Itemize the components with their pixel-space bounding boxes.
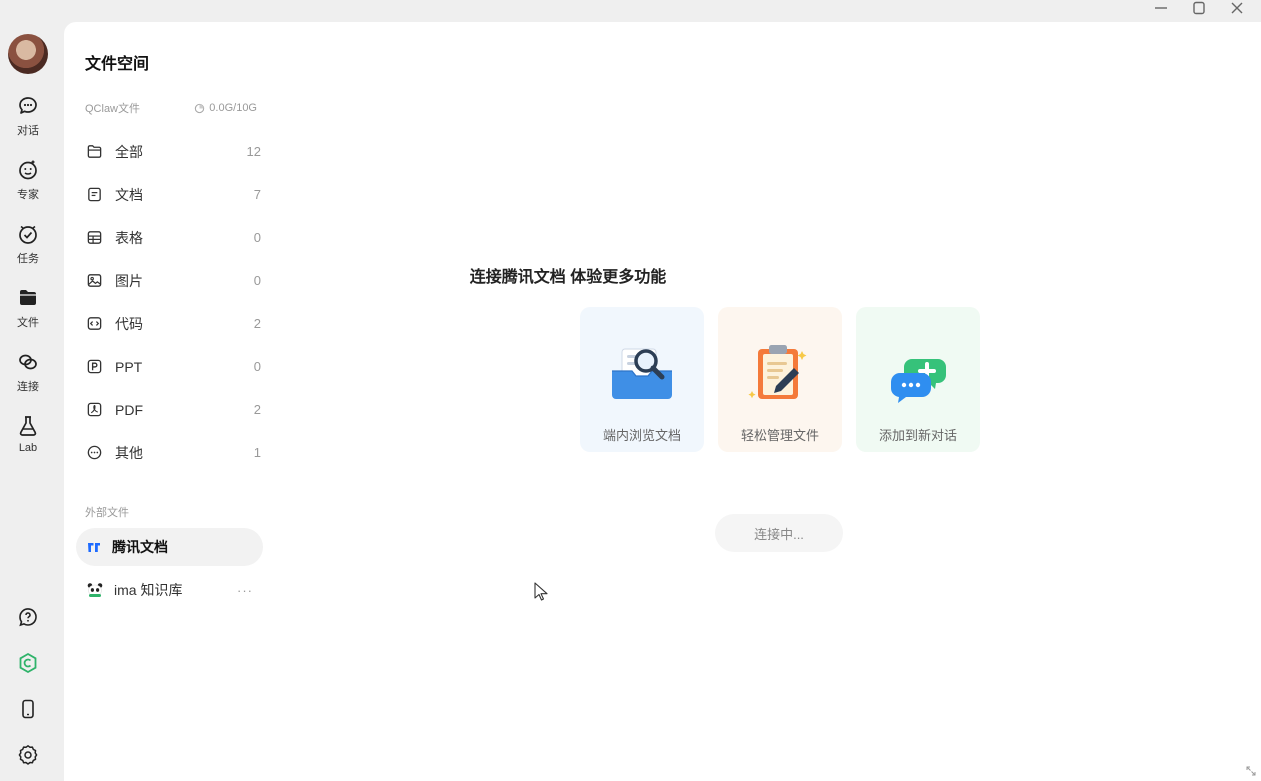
category-count: 1: [253, 445, 261, 460]
browse-doc-icon: [612, 348, 672, 399]
category-label: 其他: [115, 444, 143, 461]
feature-card-label: 轻松管理文件: [740, 428, 819, 443]
category-all[interactable]: 全部 12: [76, 130, 261, 173]
file-sidebar: 文件空间 QClaw文件 0.0G/10G 全部 12 文档 7 表格 0 图片…: [64, 22, 274, 781]
expand-icon[interactable]: [1245, 765, 1257, 777]
ima-panda-icon: [87, 583, 103, 597]
close-button[interactable]: [1227, 0, 1247, 16]
expert-icon: [19, 160, 37, 180]
category-code[interactable]: 代码 2: [76, 302, 261, 345]
external-section-label: 外部文件: [85, 507, 129, 519]
folder-icon: [20, 290, 36, 305]
clipboard-manage-icon: [748, 345, 807, 399]
category-count: 7: [253, 187, 261, 202]
table-icon: [87, 231, 102, 244]
category-ppt[interactable]: PPT 0: [76, 345, 261, 388]
chat-icon: [19, 97, 37, 114]
window-controls: [1151, 0, 1261, 16]
pie-chart-icon: [195, 103, 205, 113]
avatar[interactable]: [8, 34, 48, 74]
image-icon: [87, 274, 102, 287]
category-other[interactable]: 其他 1: [76, 431, 261, 474]
rail-label: 专家: [17, 189, 39, 201]
category-docs[interactable]: 文档 7: [76, 173, 261, 216]
external-item-tencent-docs[interactable]: 腾讯文档: [76, 528, 263, 566]
category-pdf[interactable]: PDF 2: [76, 388, 261, 431]
folder-outline-icon: [87, 145, 102, 158]
rail-item-files[interactable]: 文件: [16, 286, 40, 330]
brand-c-icon[interactable]: [16, 651, 40, 675]
connect-button[interactable]: 连接中...: [715, 514, 843, 552]
minimize-icon: [1155, 7, 1167, 9]
document-icon: [88, 187, 101, 202]
category-count: 0: [253, 273, 261, 288]
feature-card-manage: 轻松管理文件: [718, 307, 842, 452]
category-label: 图片: [115, 272, 143, 289]
help-icon[interactable]: [16, 605, 40, 629]
more-circle-icon: [87, 445, 102, 460]
rail-label: 文件: [17, 317, 39, 329]
category-count: 2: [253, 402, 261, 417]
feature-cards: 端内浏览文档 轻松管理文件 添加到新对话: [580, 307, 980, 452]
storage-row: QClaw文件 0.0G/10G: [85, 100, 257, 116]
maximize-button[interactable]: [1189, 0, 1209, 16]
flask-icon: [19, 416, 37, 436]
storage-usage: 0.0G/10G: [194, 102, 257, 114]
mouse-cursor-icon: [534, 582, 548, 601]
category-count: 0: [253, 359, 261, 374]
feature-card-browse: 端内浏览文档: [580, 307, 704, 452]
code-icon: [87, 317, 102, 330]
ppt-icon: [87, 359, 102, 374]
main-panel: 文件空间 QClaw文件 0.0G/10G 全部 12 文档 7 表格 0 图片…: [64, 22, 1261, 781]
promo-title: 连接腾讯文档 体验更多功能: [469, 269, 667, 286]
rail-item-lab[interactable]: Lab: [16, 414, 40, 454]
rail-item-task[interactable]: 任务: [16, 222, 40, 266]
more-options-button[interactable]: ···: [237, 583, 263, 598]
category-list: 全部 12 文档 7 表格 0 图片 0 代码 2 PPT 0 PDF 2 其他…: [76, 130, 274, 474]
rail-item-connect[interactable]: 连接: [16, 350, 40, 394]
close-icon: [1231, 2, 1243, 14]
category-count: 0: [253, 230, 261, 245]
rail-item-expert[interactable]: 专家: [16, 158, 40, 202]
add-chat-icon: [890, 359, 946, 403]
feature-card-label: 添加到新对话: [878, 428, 957, 443]
section-label: QClaw文件: [85, 103, 141, 115]
page-title: 文件空间: [85, 56, 150, 73]
rail-label: 对话: [17, 125, 39, 137]
left-rail: 对话 专家 任务 文件 连接 Lab: [0, 0, 56, 781]
maximize-icon: [1193, 1, 1205, 15]
pdf-icon: [87, 402, 102, 417]
category-label: 表格: [115, 229, 143, 246]
minimize-button[interactable]: [1151, 0, 1171, 16]
category-label: PDF: [115, 401, 143, 418]
task-clock-icon: [19, 225, 37, 244]
feature-card-add-chat: 添加到新对话: [856, 307, 980, 452]
link-icon: [19, 354, 37, 370]
rail-label: Lab: [18, 442, 38, 454]
category-label: 全部: [115, 143, 143, 160]
category-sheets[interactable]: 表格 0: [76, 216, 261, 259]
category-count: 2: [253, 316, 261, 331]
settings-icon[interactable]: [16, 743, 40, 767]
category-images[interactable]: 图片 0: [76, 259, 261, 302]
external-item-label: 腾讯文档: [112, 539, 168, 555]
category-label: PPT: [115, 358, 143, 375]
phone-icon[interactable]: [16, 697, 40, 721]
category-label: 文档: [115, 186, 143, 203]
rail-label: 任务: [17, 253, 39, 265]
external-item-label: ima 知识库: [114, 582, 183, 598]
feature-card-label: 端内浏览文档: [602, 428, 681, 443]
rail-bottom: [0, 605, 56, 767]
tencent-docs-icon: [88, 543, 100, 552]
content-area: 连接腾讯文档 体验更多功能 端内浏览文档 轻松管理文件 添加到新对话 连接中..…: [274, 22, 1261, 781]
category-label: 代码: [115, 315, 143, 332]
rail-label: 连接: [17, 381, 39, 393]
external-item-ima[interactable]: ima 知识库 ···: [76, 571, 263, 609]
rail-item-chat[interactable]: 对话: [16, 94, 40, 138]
storage-value: 0.0G/10G: [209, 102, 257, 114]
category-count: 12: [246, 144, 261, 159]
